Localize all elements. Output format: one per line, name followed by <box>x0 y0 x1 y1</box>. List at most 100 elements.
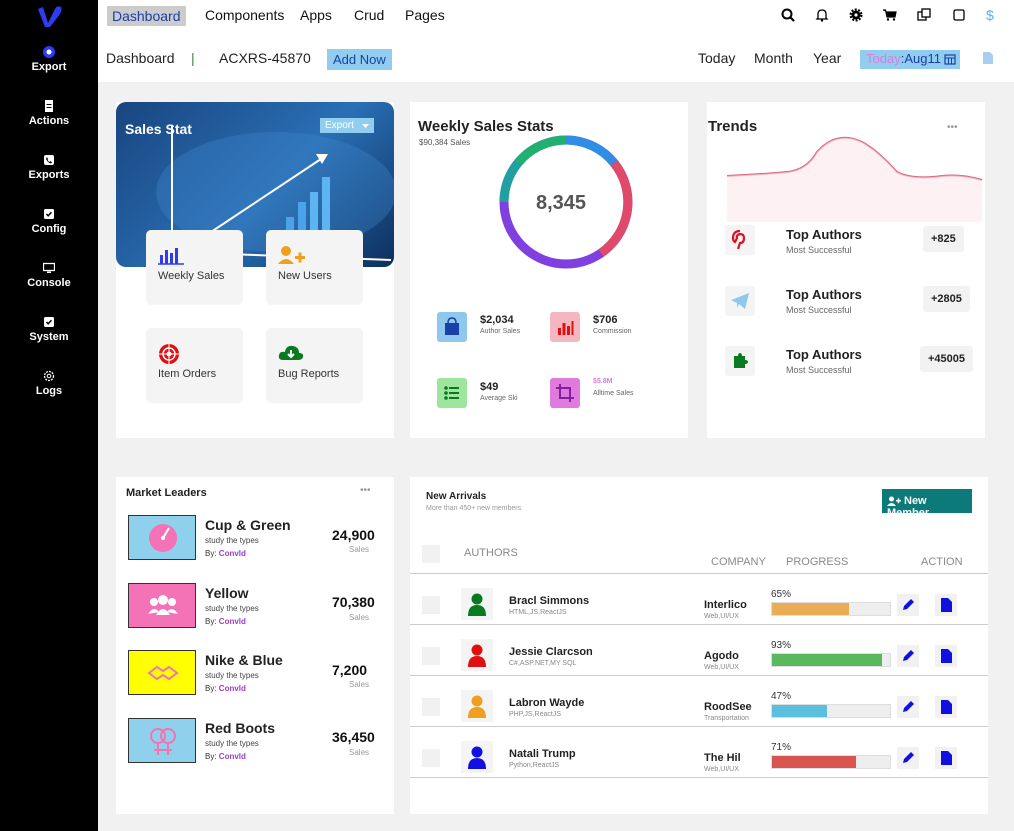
author-name: Labron Wayde <box>509 697 585 709</box>
top-bar: Dashboard Components Apps Crud Pages $ D… <box>98 0 1014 82</box>
check-square-icon <box>44 209 54 219</box>
author-link[interactable]: Conv <box>219 549 239 558</box>
export-dropdown[interactable]: Export <box>320 118 374 133</box>
user-icon <box>468 644 486 667</box>
stat-value: $706 <box>593 314 618 326</box>
sidebar: Export Actions Exports Config Console Sy… <box>0 0 98 831</box>
nav-apps[interactable]: Apps <box>300 7 332 23</box>
file-button[interactable] <box>935 645 957 667</box>
file-icon <box>941 598 952 612</box>
company-name: The Hil <box>704 752 741 764</box>
nav-dashboard[interactable]: Dashboard <box>107 6 186 26</box>
row-checkbox[interactable] <box>422 698 440 716</box>
market-item-image <box>128 583 196 628</box>
stat-label: Commission <box>593 328 632 335</box>
pencil-icon <box>903 752 914 763</box>
vimeo-logo-icon[interactable] <box>35 3 63 29</box>
range-year[interactable]: Year <box>813 50 841 66</box>
author-link[interactable]: Conv <box>219 752 239 761</box>
market-item-sub: study the types <box>205 739 259 748</box>
nav-components[interactable]: Components <box>205 7 284 23</box>
market-item-value: 70,380 <box>332 594 375 610</box>
row-checkbox[interactable] <box>422 647 440 665</box>
author-name: Natali Trump <box>509 748 576 760</box>
edit-button[interactable] <box>897 645 919 667</box>
gear-icon[interactable] <box>848 7 864 23</box>
market-item-name: Yellow <box>205 585 249 601</box>
chevron-down-icon <box>361 124 369 128</box>
author-icon-box <box>725 225 755 255</box>
tile-item-orders[interactable]: Item Orders <box>146 328 243 403</box>
select-all-checkbox[interactable] <box>422 545 440 563</box>
edit-button[interactable] <box>897 747 919 769</box>
author-name: Jessie Clarcson <box>509 646 593 658</box>
market-item-by: By: Convld <box>205 684 246 693</box>
author-name: Top Authors <box>786 287 862 302</box>
author-suffix: ld <box>238 549 246 558</box>
file-button[interactable] <box>935 696 957 718</box>
add-now-button[interactable]: Add Now <box>327 49 392 70</box>
sidebar-item-export[interactable]: Export <box>0 46 98 73</box>
file-icon[interactable] <box>982 51 994 65</box>
sidebar-item-console[interactable]: Console <box>0 262 98 289</box>
tile-weekly-sales[interactable]: Weekly Sales <box>146 230 243 305</box>
author-sales-box <box>437 312 467 342</box>
more-icon[interactable]: ••• <box>360 485 371 496</box>
tile-new-users[interactable]: New Users <box>266 230 363 305</box>
tile-label: Weekly Sales <box>158 270 225 282</box>
range-month[interactable]: Month <box>754 50 793 66</box>
sidebar-item-label: Console <box>27 277 71 289</box>
tile-label: Bug Reports <box>278 368 340 380</box>
bell-icon[interactable] <box>814 7 830 23</box>
file-button[interactable] <box>935 594 957 616</box>
sidebar-item-exports[interactable]: Exports <box>0 154 98 181</box>
nav-pages[interactable]: Pages <box>405 7 445 23</box>
average-box <box>437 378 467 408</box>
new-arrivals-subtitle: More than 450+ new members <box>426 505 522 512</box>
users-icon <box>148 595 178 615</box>
market-item-sub: study the types <box>205 604 259 613</box>
search-icon[interactable] <box>780 7 796 23</box>
dollar-icon[interactable]: $ <box>983 7 999 23</box>
trends-card: Trends ••• Top Authors Most Successful +… <box>707 102 985 438</box>
author-suffix: ld <box>238 617 246 626</box>
progress-percent: 71% <box>771 742 792 753</box>
svg-text:$: $ <box>986 7 994 23</box>
row-checkbox[interactable] <box>422 749 440 767</box>
company-type: Web,UI/UX <box>704 664 739 671</box>
row-checkbox[interactable] <box>422 596 440 614</box>
cog-outline-icon <box>43 370 55 382</box>
tile-bug-reports[interactable]: Bug Reports <box>266 328 363 403</box>
commission-box <box>550 312 580 342</box>
market-item-image <box>128 515 196 560</box>
market-item-image <box>128 718 196 763</box>
file-icon <box>941 649 952 663</box>
file-button[interactable] <box>935 747 957 769</box>
square-icon[interactable] <box>951 7 967 23</box>
author-skills: PHP,JS,ReactJS <box>509 711 562 718</box>
sidebar-item-logs[interactable]: Logs <box>0 370 98 397</box>
trend-line-chart <box>727 136 983 222</box>
bar-chart-icon <box>158 248 184 265</box>
progress-percent: 47% <box>771 691 792 702</box>
new-member-button[interactable]: New Member <box>882 489 972 519</box>
sidebar-item-config[interactable]: Config <box>0 208 98 235</box>
cart-icon[interactable] <box>882 7 898 23</box>
edit-button[interactable] <box>897 696 919 718</box>
progress-percent: 65% <box>771 589 792 600</box>
date-picker[interactable]: Today:Aug11 <box>860 50 960 69</box>
pinterest-icon <box>731 229 746 250</box>
author-link[interactable]: Conv <box>219 684 239 693</box>
author-sub: Most Successful <box>786 305 852 315</box>
sidebar-item-system[interactable]: System <box>0 316 98 343</box>
range-today[interactable]: Today <box>698 50 735 66</box>
market-item-label: Sales <box>349 748 370 757</box>
author-link[interactable]: Conv <box>219 617 239 626</box>
clone-icon[interactable] <box>916 7 932 23</box>
sidebar-item-actions[interactable]: Actions <box>0 100 98 127</box>
stat-label: Author Sales <box>480 328 521 335</box>
nav-crud[interactable]: Crud <box>354 7 384 23</box>
edit-button[interactable] <box>897 594 919 616</box>
sidebar-item-label: Logs <box>35 385 63 397</box>
divider <box>410 777 988 778</box>
